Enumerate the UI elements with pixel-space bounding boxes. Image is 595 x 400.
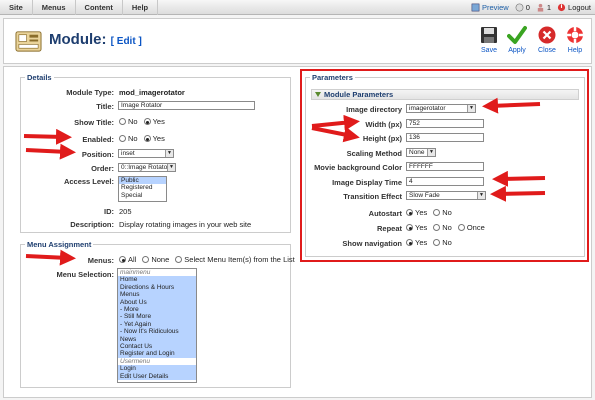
annotation-arrow-width xyxy=(311,114,360,131)
annotation-arrow-height xyxy=(311,126,360,143)
annotation-arrow-menus xyxy=(25,249,76,266)
annotation-arrow-transition xyxy=(490,185,546,202)
annotation-arrow-image-directory xyxy=(482,97,541,114)
annotation-arrow-display-time xyxy=(492,170,546,187)
annotation-arrow-enabled xyxy=(23,128,72,145)
annotation-arrow-position xyxy=(25,143,76,160)
annotation-arrows xyxy=(23,97,546,266)
